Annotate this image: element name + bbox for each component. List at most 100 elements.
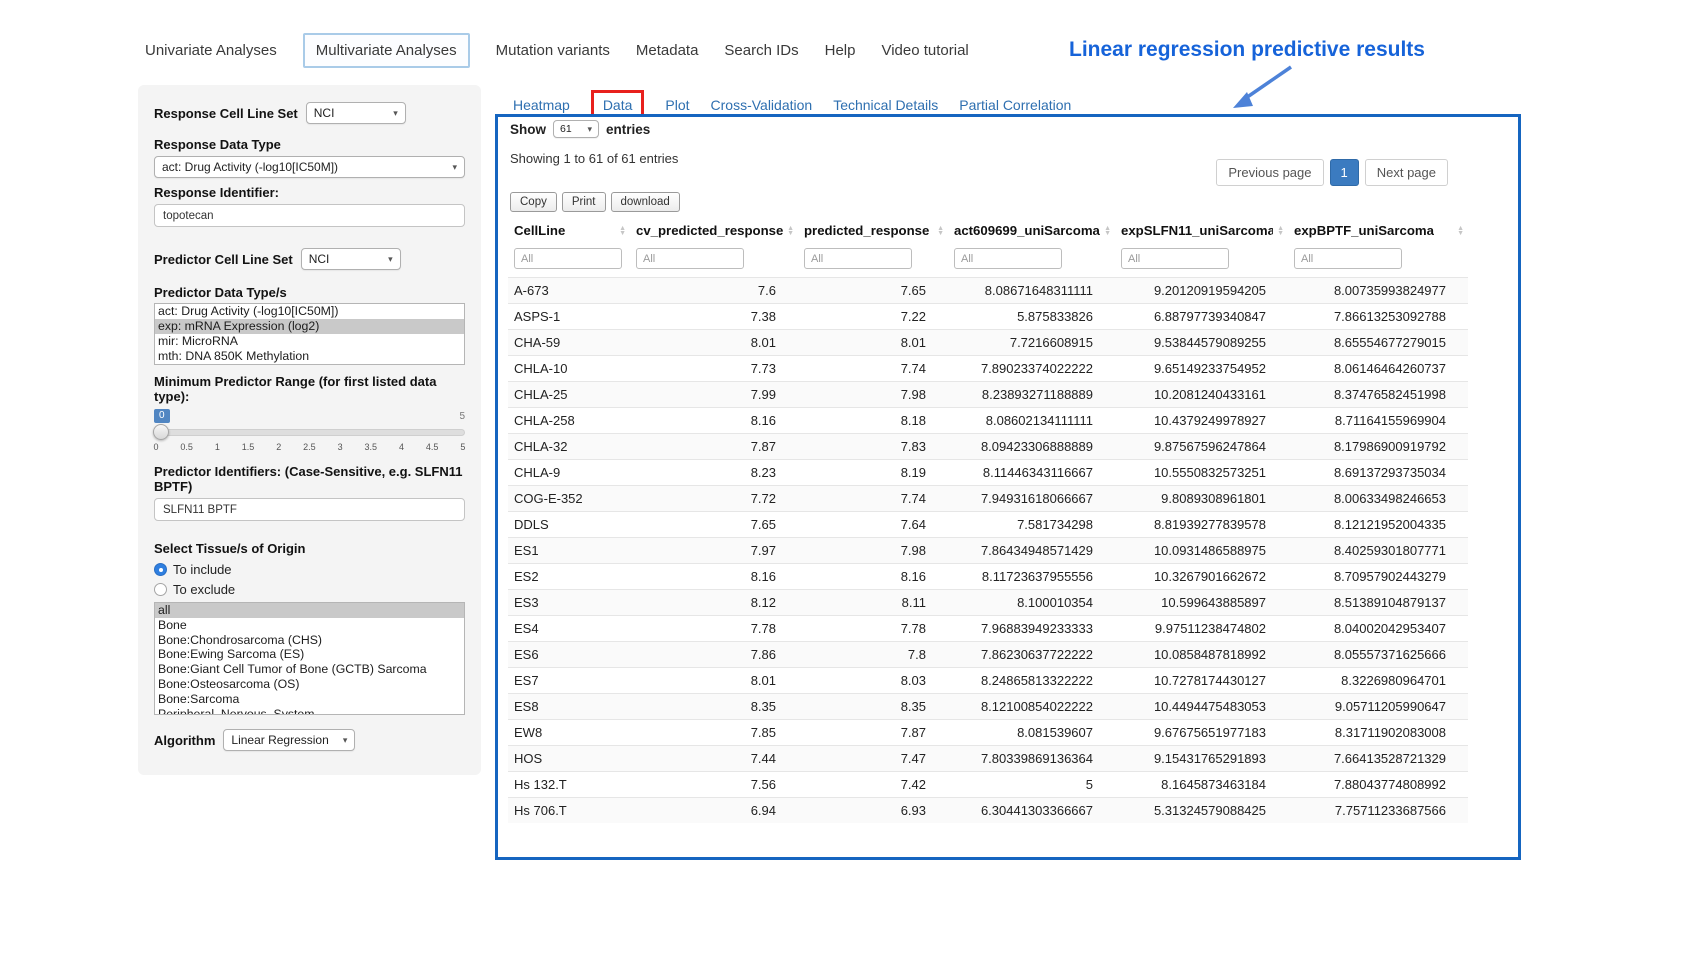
listbox-option[interactable]: mth: DNA 850K Methylation xyxy=(155,349,464,364)
column-header-label: act609699_uniSarcoma xyxy=(954,223,1100,238)
predictor-cell-line-set-select[interactable]: NCI ▾ xyxy=(301,248,401,270)
value-cell: 7.89023374022222 xyxy=(948,356,1115,382)
sort-icon[interactable]: ▲ ▼ xyxy=(1104,226,1111,236)
sort-icon[interactable]: ▲ ▼ xyxy=(787,226,794,236)
predictor-identifiers-label: Predictor Identifiers: (Case-Sensitive, … xyxy=(154,464,465,494)
slider-track[interactable] xyxy=(154,429,465,436)
listbox-option[interactable]: Bone:Ewing Sarcoma (ES) xyxy=(155,647,464,662)
select-value: NCI xyxy=(314,106,335,120)
next-page-button[interactable]: Next page xyxy=(1365,159,1448,186)
column-header[interactable]: cv_predicted_response ▲ ▼ xyxy=(630,217,798,244)
listbox-option[interactable]: Peripheral_Nervous_System xyxy=(155,707,464,715)
table-row: ES3 8.12 8.11 8.100010354 10.59964388589… xyxy=(508,590,1468,616)
column-header[interactable]: CellLine ▲ ▼ xyxy=(508,217,630,244)
listbox-option[interactable]: Bone:Giant Cell Tumor of Bone (GCTB) Sar… xyxy=(155,662,464,677)
radio-checked-icon[interactable] xyxy=(154,563,167,576)
nav-tab[interactable]: Video tutorial xyxy=(881,42,968,59)
column-header[interactable]: expBPTF_uniSarcoma ▲ ▼ xyxy=(1288,217,1468,244)
chevron-down-icon: ▾ xyxy=(393,108,398,119)
column-filter-input[interactable] xyxy=(636,248,744,269)
page-length-select[interactable]: 61 ▾ xyxy=(553,120,599,138)
value-cell: 8.04002042953407 xyxy=(1288,616,1468,642)
listbox-option[interactable]: Bone:Osteosarcoma (OS) xyxy=(155,677,464,692)
column-filter-input[interactable] xyxy=(1121,248,1229,269)
algorithm-select[interactable]: Linear Regression ▾ xyxy=(223,729,355,751)
sort-icon[interactable]: ▲ ▼ xyxy=(1277,226,1284,236)
value-cell: 9.53844579089255 xyxy=(1115,330,1288,356)
value-cell: 9.05711205990647 xyxy=(1288,694,1468,720)
value-cell: 9.87567596247864 xyxy=(1115,434,1288,460)
results-tab[interactable]: Heatmap xyxy=(513,97,570,113)
predictor-data-types-listbox[interactable]: act: Drug Activity (-log10[IC50M]) exp: … xyxy=(154,303,465,365)
listbox-option[interactable]: all xyxy=(155,603,464,618)
nav-tab[interactable]: Metadata xyxy=(636,42,699,59)
cellline-cell: Hs 706.T xyxy=(508,798,630,824)
min-predictor-range-slider[interactable]: 0 5 0 0.5 1 1.5 2 2.5 3 3.5 4 xyxy=(154,409,465,455)
column-header[interactable]: act609699_uniSarcoma ▲ ▼ xyxy=(948,217,1115,244)
column-filter-input[interactable] xyxy=(514,248,622,269)
results-tab[interactable]: Technical Details xyxy=(833,97,938,113)
nav-tab[interactable]: Search IDs xyxy=(724,42,798,59)
column-filter-input[interactable] xyxy=(804,248,912,269)
value-cell: 8.12 xyxy=(630,590,798,616)
value-cell: 8.01 xyxy=(798,330,948,356)
table-row: ES2 8.16 8.16 8.11723637955556 10.326790… xyxy=(508,564,1468,590)
column-filter-input[interactable] xyxy=(1294,248,1402,269)
nav-tab[interactable]: Mutation variants xyxy=(496,42,610,59)
listbox-option[interactable]: mir: MicroRNA xyxy=(155,334,464,349)
predictor-identifiers-input[interactable] xyxy=(154,498,465,521)
listbox-option[interactable]: exp: mRNA Expression (log2) xyxy=(155,319,464,334)
previous-page-button[interactable]: Previous page xyxy=(1216,159,1323,186)
listbox-option[interactable]: Bone:Chondrosarcoma (CHS) xyxy=(155,633,464,648)
cellline-cell: DDLS xyxy=(508,512,630,538)
page-length-control: Show 61 ▾ entries xyxy=(510,120,650,138)
value-cell: 8.11446343116667 xyxy=(948,460,1115,486)
radio-unchecked-icon[interactable] xyxy=(154,583,167,596)
export-button[interactable]: download xyxy=(611,192,680,212)
value-cell: 7.38 xyxy=(630,304,798,330)
slider-tick-label: 0.5 xyxy=(178,442,196,452)
current-page-button[interactable]: 1 xyxy=(1330,159,1359,186)
results-tab[interactable]: Cross-Validation xyxy=(711,97,813,113)
listbox-option[interactable]: Bone:Sarcoma xyxy=(155,692,464,707)
response-cell-line-set-select[interactable]: NCI ▾ xyxy=(306,102,406,124)
response-identifier-input[interactable] xyxy=(154,204,465,227)
value-cell: 8.18 xyxy=(798,408,948,434)
listbox-option[interactable]: Bone xyxy=(155,618,464,633)
value-cell: 8.08602134111111 xyxy=(948,408,1115,434)
results-tab[interactable]: Plot xyxy=(665,97,689,113)
chevron-down-icon: ▾ xyxy=(388,254,393,265)
response-data-type-select[interactable]: act: Drug Activity (-log10[IC50M]) ▾ xyxy=(154,156,465,178)
value-cell: 7.581734298 xyxy=(948,512,1115,538)
nav-tab[interactable]: Help xyxy=(825,42,856,59)
export-button[interactable]: Print xyxy=(562,192,606,212)
column-filter-input[interactable] xyxy=(954,248,1062,269)
value-cell: 8.00633498246653 xyxy=(1288,486,1468,512)
sort-icon[interactable]: ▲ ▼ xyxy=(619,226,626,236)
value-cell: 7.78 xyxy=(798,616,948,642)
column-header[interactable]: predicted_response ▲ ▼ xyxy=(798,217,948,244)
listbox-option[interactable]: act: Drug Activity (-log10[IC50M]) xyxy=(155,304,464,319)
value-cell: 8.81939277839578 xyxy=(1115,512,1288,538)
value-cell: 8.65554677279015 xyxy=(1288,330,1468,356)
value-cell: 7.65 xyxy=(630,512,798,538)
sort-icon[interactable]: ▲ ▼ xyxy=(1457,226,1464,236)
nav-tab[interactable]: Multivariate Analyses xyxy=(303,33,470,68)
table-row: Hs 132.T 7.56 7.42 5 8.1645873463184 7.8… xyxy=(508,772,1468,798)
nav-tab[interactable]: Univariate Analyses xyxy=(145,42,277,59)
value-cell: 7.87 xyxy=(798,720,948,746)
radio-to-exclude-label: To exclude xyxy=(173,582,235,597)
sort-icon[interactable]: ▲ ▼ xyxy=(937,226,944,236)
tissue-listbox[interactable]: all Bone Bone:Chondrosarcoma (CHS) Bone:… xyxy=(154,602,465,715)
slider-handle[interactable] xyxy=(153,424,169,440)
value-cell: 8.06146464260737 xyxy=(1288,356,1468,382)
radio-to-include[interactable]: To include xyxy=(154,562,465,577)
entries-label: entries xyxy=(606,122,650,137)
export-button[interactable]: Copy xyxy=(510,192,557,212)
cellline-cell: ES7 xyxy=(508,668,630,694)
radio-to-exclude[interactable]: To exclude xyxy=(154,582,465,597)
slider-tick-label: 1.5 xyxy=(239,442,257,452)
results-tab[interactable]: Partial Correlation xyxy=(959,97,1071,113)
value-cell: 8.70957902443279 xyxy=(1288,564,1468,590)
column-header[interactable]: expSLFN11_uniSarcoma ▲ ▼ xyxy=(1115,217,1288,244)
